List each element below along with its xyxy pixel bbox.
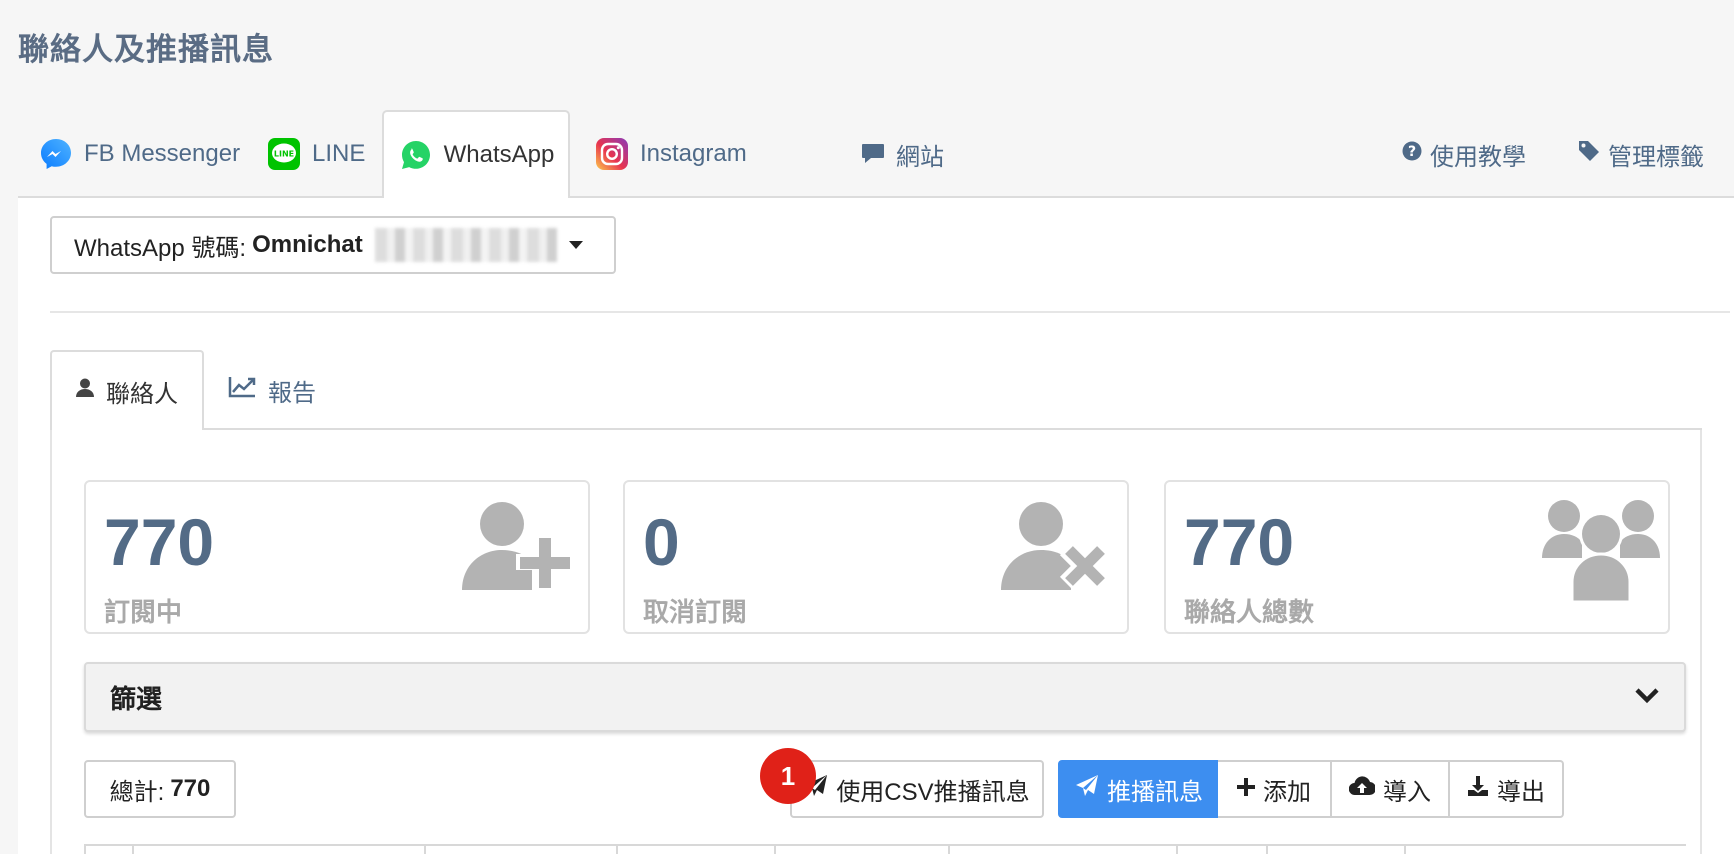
total-value: 770 — [170, 775, 211, 802]
csv-broadcast-label: 使用CSV推播訊息 — [836, 778, 1030, 806]
tab-label: FB Messenger — [84, 140, 241, 167]
tab-report-label: 報告 — [268, 379, 316, 407]
import-label: 導入 — [1383, 778, 1431, 806]
stat-label: 訂閱中 — [104, 597, 183, 627]
tab-label: WhatsApp — [443, 141, 555, 168]
stat-value: 770 — [1184, 505, 1295, 579]
stat-label: 取消訂閱 — [643, 597, 748, 627]
tab-label: Instagram — [640, 140, 747, 167]
whatsapp-icon — [398, 137, 434, 173]
divider — [50, 311, 1730, 313]
stat-value: 770 — [104, 505, 215, 579]
caret-down-icon — [568, 241, 583, 249]
tab-label: LINE — [312, 140, 366, 167]
csv-broadcast-button[interactable]: 使用CSV推播訊息 — [790, 760, 1044, 818]
export-button[interactable]: 導出 — [1448, 760, 1564, 818]
chevron-down-icon — [1634, 686, 1660, 709]
stat-subscribed: 770 訂閱中 — [84, 480, 590, 634]
stat-value: 0 — [643, 505, 680, 579]
broadcast-label: 推播訊息 — [1107, 778, 1203, 806]
user-icon — [76, 377, 94, 405]
tab-label: 網站 — [896, 143, 944, 171]
plus-icon — [1237, 775, 1255, 803]
filter-title: 篩選 — [110, 683, 163, 714]
tab-whatsapp[interactable]: WhatsApp — [382, 110, 570, 200]
tab-contacts-label: 聯絡人 — [106, 380, 178, 408]
stat-label: 聯絡人總數 — [1184, 597, 1315, 627]
svg-text:?: ? — [1408, 144, 1416, 160]
tutorial-label: 使用教學 — [1430, 143, 1526, 171]
tab-contacts[interactable]: 聯絡人 — [50, 350, 204, 432]
contacts-tab-body: 770 訂閱中 0 取消訂閱 770 聯絡人總數 篩選 總計: 770 1 使用… — [50, 430, 1702, 854]
contacts-table-header — [84, 844, 1686, 854]
add-contact-button[interactable]: 添加 — [1218, 760, 1332, 818]
import-button[interactable]: 導入 — [1330, 760, 1450, 818]
tab-fb-messenger[interactable]: FB Messenger — [38, 110, 240, 198]
tab-website[interactable]: 網站 — [860, 110, 944, 198]
line-icon: LINE — [266, 136, 302, 172]
total-count: 總計: 770 — [84, 760, 236, 818]
stat-total-contacts: 770 聯絡人總數 — [1164, 480, 1670, 634]
user-times-icon — [1001, 498, 1119, 599]
whatsapp-number-select[interactable]: WhatsApp 號碼: Omnichat — [50, 216, 616, 274]
instagram-icon — [594, 136, 630, 172]
tag-icon — [1578, 140, 1600, 169]
filter-panel-toggle[interactable]: 篩選 — [84, 662, 1686, 732]
manage-tags-label: 管理標籤 — [1608, 143, 1704, 171]
step-badge: 1 — [760, 748, 816, 804]
tab-instagram[interactable]: Instagram — [594, 110, 747, 198]
svg-text:LINE: LINE — [274, 150, 294, 159]
whatsapp-panel: WhatsApp 號碼: Omnichat 聯絡人 報告 770 訂閱中 0 取… — [18, 198, 1734, 854]
add-label: 添加 — [1263, 778, 1311, 806]
whatsapp-number-name: Omnichat — [252, 231, 363, 258]
tab-report[interactable]: 報告 — [228, 350, 316, 430]
user-plus-icon — [462, 498, 580, 599]
channel-tabs: FB Messenger LINE LINE WhatsApp Instagra… — [18, 110, 1734, 200]
paper-plane-icon — [1075, 774, 1099, 805]
messenger-icon — [38, 136, 74, 172]
users-icon — [1542, 498, 1660, 611]
tab-line[interactable]: LINE LINE — [266, 110, 365, 198]
chat-bubble-icon — [860, 136, 886, 172]
page-title: 聯絡人及推播訊息 — [18, 32, 274, 67]
export-label: 導出 — [1497, 778, 1545, 806]
download-icon — [1467, 775, 1489, 804]
line-chart-icon — [228, 376, 256, 405]
redacted-number — [374, 228, 557, 262]
question-circle-icon: ? — [1402, 140, 1422, 168]
broadcast-button[interactable]: 推播訊息 — [1058, 760, 1220, 818]
cloud-upload-icon — [1348, 775, 1377, 803]
whatsapp-number-prefix: WhatsApp 號碼: — [74, 234, 247, 262]
manage-tags-link[interactable]: 管理標籤 — [1578, 110, 1704, 198]
tutorial-link[interactable]: ? 使用教學 — [1402, 110, 1526, 198]
stat-unsubscribed: 0 取消訂閱 — [623, 480, 1129, 634]
total-label: 總計: — [109, 778, 165, 806]
sub-tabs: 聯絡人 報告 — [50, 350, 1702, 432]
